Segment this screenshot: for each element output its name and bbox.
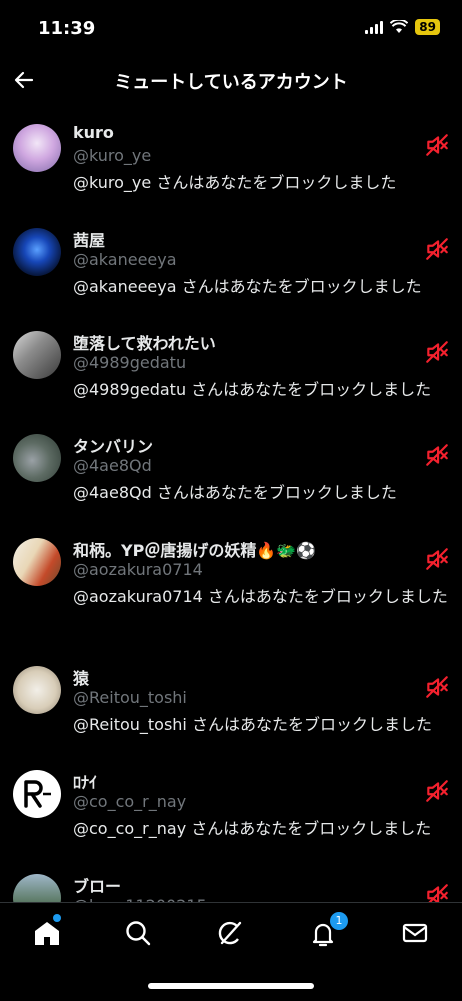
avatar[interactable] bbox=[13, 124, 61, 172]
search-icon[interactable] bbox=[122, 917, 154, 949]
account-handle[interactable]: @akaneeeya bbox=[73, 250, 177, 269]
account-handle[interactable]: @co_co_r_nay bbox=[73, 792, 186, 811]
avatar[interactable] bbox=[13, 434, 61, 482]
account-name[interactable]: ブロー bbox=[73, 873, 121, 897]
account-name[interactable]: ﾛﾅｲ bbox=[73, 769, 97, 793]
cellular-signal-icon bbox=[365, 20, 384, 34]
notifications-badge: 1 bbox=[330, 912, 348, 930]
blocked-message: @4989gedatu さんはあなたをブロックしました bbox=[73, 380, 432, 399]
r-nay-logo bbox=[24, 780, 51, 808]
home-notification-dot bbox=[53, 914, 61, 922]
account-name[interactable]: 堕落して救われたい bbox=[73, 330, 216, 354]
avatar[interactable] bbox=[13, 666, 61, 714]
account-handle[interactable]: @kuro_ye bbox=[73, 146, 151, 165]
speaker-muted-icon[interactable] bbox=[424, 132, 450, 158]
mail-icon[interactable] bbox=[399, 917, 431, 949]
wifi-icon bbox=[390, 20, 409, 33]
speaker-muted-icon[interactable] bbox=[424, 442, 450, 468]
account-name[interactable]: タンバリン bbox=[73, 433, 153, 457]
status-bar: 11:39 89 bbox=[0, 0, 462, 56]
blocked-message: @aozakura0714 さんはあなたをブロックしました bbox=[73, 587, 448, 606]
account-handle[interactable]: @4989gedatu bbox=[73, 353, 186, 372]
blocked-message: @akaneeeya さんはあなたをブロックしました bbox=[73, 277, 422, 296]
grok-icon[interactable] bbox=[214, 917, 246, 949]
speaker-muted-icon[interactable] bbox=[424, 236, 450, 262]
avatar[interactable] bbox=[13, 770, 61, 818]
status-time: 11:39 bbox=[38, 18, 96, 39]
speaker-muted-icon[interactable] bbox=[424, 546, 450, 572]
avatar[interactable] bbox=[13, 331, 61, 379]
account-name[interactable]: 和柄。YP＠唐揚げの妖精🔥🐲⚽ bbox=[73, 537, 316, 561]
blocked-message: @kuro_ye さんはあなたをブロックしました bbox=[73, 173, 397, 192]
page-title: ミュートしているアカウント bbox=[114, 72, 348, 93]
page-header: ミュートしているアカウント bbox=[0, 56, 462, 106]
battery-indicator: 89 bbox=[415, 19, 440, 35]
speaker-muted-icon[interactable] bbox=[424, 778, 450, 804]
account-name[interactable]: kuro bbox=[73, 123, 114, 142]
blocked-message: @Reitou_toshi さんはあなたをブロックしました bbox=[73, 715, 432, 734]
speaker-muted-icon[interactable] bbox=[424, 339, 450, 365]
speaker-muted-icon[interactable] bbox=[424, 674, 450, 700]
account-handle[interactable]: @aozakura0714 bbox=[73, 560, 203, 579]
avatar[interactable] bbox=[13, 228, 61, 276]
account-handle[interactable]: @4ae8Qd bbox=[73, 456, 152, 475]
account-name[interactable]: 茜屋 bbox=[73, 227, 105, 251]
blocked-message: @4ae8Qd さんはあなたをブロックしました bbox=[73, 483, 397, 502]
blocked-message: @co_co_r_nay さんはあなたをブロックしました bbox=[73, 819, 432, 838]
status-icons: 89 bbox=[365, 19, 440, 35]
account-name[interactable]: 猿 bbox=[73, 665, 89, 689]
home-indicator bbox=[148, 983, 314, 989]
avatar[interactable] bbox=[13, 538, 61, 586]
account-handle[interactable]: @Reitou_toshi bbox=[73, 688, 187, 707]
